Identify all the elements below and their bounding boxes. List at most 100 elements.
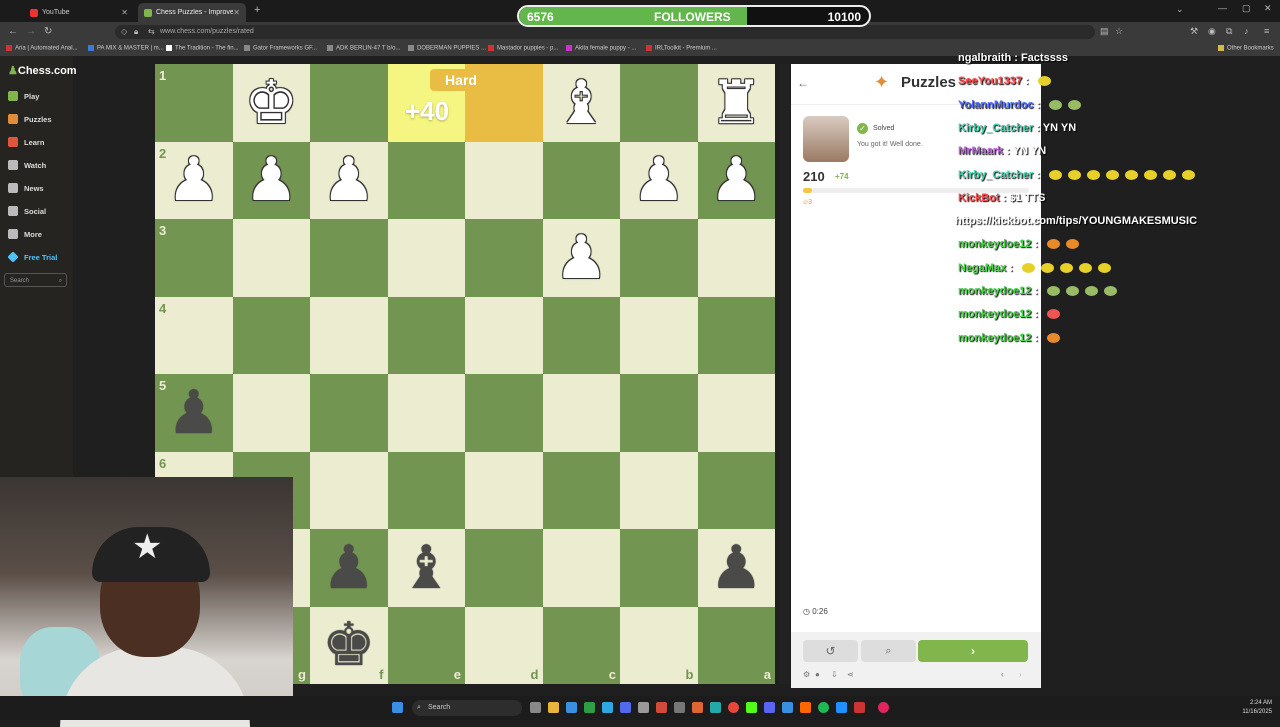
app-icon[interactable] bbox=[854, 702, 865, 713]
square-h1[interactable]: 1 bbox=[155, 64, 233, 142]
download-icon[interactable]: ⇩ bbox=[831, 670, 838, 679]
discord-icon[interactable] bbox=[764, 702, 775, 713]
new-tab-icon[interactable]: + bbox=[254, 4, 260, 16]
tab-chess-puzzles[interactable]: Chess Puzzles - Improve Yo ✕ bbox=[138, 3, 246, 22]
square-e4[interactable] bbox=[387, 296, 465, 374]
black-piece-h5[interactable]: ♟ bbox=[155, 374, 233, 452]
chat-username[interactable]: SeeYou1337 bbox=[958, 75, 1022, 87]
back-icon[interactable]: ← bbox=[8, 26, 18, 37]
sidebar-item-learn[interactable]: Learn bbox=[8, 137, 44, 147]
taskbar-clock[interactable]: 2:24 AM 11/16/2025 bbox=[1242, 699, 1272, 717]
square-f6[interactable] bbox=[310, 451, 388, 529]
chat-icon[interactable]: ● bbox=[815, 670, 820, 679]
back-arrow-icon[interactable]: ← bbox=[797, 76, 809, 90]
white-piece-b2[interactable]: ♟ bbox=[620, 142, 698, 220]
edge-icon[interactable] bbox=[602, 702, 613, 713]
menu-icon[interactable]: ≡ bbox=[1264, 26, 1269, 36]
sidebar-item-puzzles[interactable]: Puzzles bbox=[8, 114, 52, 124]
white-piece-a1[interactable]: ♜ bbox=[698, 64, 776, 142]
chat-username[interactable]: Kirby_Catcher bbox=[958, 122, 1033, 134]
bookmark-item[interactable]: Akita female puppy - ... bbox=[566, 45, 636, 52]
windows-start-icon[interactable] bbox=[392, 702, 403, 713]
forward-icon[interactable]: → bbox=[26, 26, 36, 37]
square-f3[interactable] bbox=[310, 219, 388, 297]
black-piece-f8[interactable]: ♚ bbox=[310, 607, 388, 685]
sidebar-search-input[interactable]: Search ⌕ bbox=[4, 273, 67, 287]
square-d8[interactable]: d bbox=[465, 606, 543, 684]
square-d3[interactable] bbox=[465, 219, 543, 297]
chat-username[interactable]: monkeydoe12 bbox=[958, 285, 1031, 297]
square-a7[interactable]: ♟ bbox=[697, 529, 776, 607]
square-b5[interactable] bbox=[620, 374, 698, 452]
white-piece-h2[interactable]: ♟ bbox=[155, 142, 233, 220]
app-icon[interactable] bbox=[656, 702, 667, 713]
close-tab-icon[interactable]: ✕ bbox=[233, 8, 240, 17]
xbox-icon[interactable] bbox=[584, 702, 595, 713]
chat-username[interactable]: YolannMurdoc bbox=[958, 99, 1034, 111]
shield-icon[interactable]: ◇ bbox=[121, 27, 127, 36]
white-piece-g2[interactable]: ♟ bbox=[233, 142, 311, 220]
bookmark-star-icon[interactable]: ☆ bbox=[1115, 26, 1123, 37]
app-icon[interactable] bbox=[836, 702, 847, 713]
file-explorer-icon[interactable] bbox=[548, 702, 559, 713]
square-f8[interactable]: f ♚ bbox=[310, 606, 388, 685]
square-d5[interactable] bbox=[465, 374, 543, 452]
url-field[interactable]: www.chess.com/puzzles/rated bbox=[115, 25, 1095, 39]
square-c5[interactable] bbox=[542, 374, 620, 452]
square-e5[interactable] bbox=[387, 374, 465, 452]
kick-icon[interactable] bbox=[746, 702, 757, 713]
app-icon[interactable] bbox=[674, 702, 685, 713]
square-b3[interactable] bbox=[620, 219, 698, 297]
square-g4[interactable] bbox=[232, 296, 310, 374]
square-e6[interactable] bbox=[387, 451, 465, 529]
square-e2[interactable] bbox=[387, 141, 465, 219]
bookmark-item[interactable]: Gator Frameworks GF... bbox=[244, 45, 317, 52]
square-a4[interactable] bbox=[697, 296, 775, 374]
close-window-icon[interactable]: ✕ bbox=[1264, 3, 1272, 14]
spotify-icon[interactable] bbox=[818, 702, 829, 713]
extension-icon[interactable]: ⚒ bbox=[1190, 26, 1198, 37]
lock-icon[interactable]: 🔒︎ bbox=[134, 27, 138, 37]
square-e7[interactable]: ♝ bbox=[387, 529, 465, 607]
app-icon[interactable] bbox=[782, 702, 793, 713]
square-c8[interactable]: c bbox=[542, 606, 620, 684]
square-f7[interactable]: ♟ bbox=[310, 529, 388, 607]
square-b4[interactable] bbox=[620, 296, 698, 374]
square-f1[interactable] bbox=[310, 64, 388, 142]
white-piece-c3[interactable]: ♟ bbox=[543, 219, 621, 297]
app-icon[interactable] bbox=[638, 702, 649, 713]
square-c7[interactable] bbox=[542, 529, 620, 607]
square-h5[interactable]: 5 ♟ bbox=[155, 374, 233, 452]
site-info-icon[interactable]: ⇆ bbox=[148, 27, 155, 36]
square-c1[interactable]: ♝ bbox=[542, 64, 620, 142]
square-e3[interactable] bbox=[387, 219, 465, 297]
sidebar-item-news[interactable]: News bbox=[8, 183, 44, 193]
bookmark-item[interactable]: ADK BERLIN-47 T b/o... bbox=[327, 45, 400, 52]
black-piece-a7[interactable]: ♟ bbox=[698, 529, 776, 607]
next-icon[interactable]: › bbox=[1019, 670, 1022, 679]
chat-username[interactable]: Kirby_Catcher bbox=[958, 169, 1033, 181]
taskbar-search[interactable]: ⌕ Search bbox=[412, 700, 522, 716]
board-scrollbar[interactable] bbox=[779, 64, 789, 684]
tab-youtube[interactable]: YouTube ✕ bbox=[24, 3, 134, 22]
square-g1[interactable]: ♚ bbox=[232, 64, 310, 142]
settings-icon[interactable]: ⚙ bbox=[803, 670, 810, 679]
square-d4[interactable] bbox=[465, 296, 543, 374]
task-view-icon[interactable] bbox=[530, 702, 541, 713]
chat-username[interactable]: ngalbraith bbox=[958, 52, 1011, 64]
chat-username[interactable]: monkeydoe12 bbox=[958, 332, 1031, 344]
chat-username[interactable]: NegaMax bbox=[958, 262, 1006, 274]
next-puzzle-button[interactable]: › bbox=[918, 640, 1028, 662]
square-a6[interactable] bbox=[697, 451, 775, 529]
square-h3[interactable]: 3 bbox=[155, 219, 233, 297]
app-icon[interactable] bbox=[620, 702, 631, 713]
square-a1[interactable]: ♜ bbox=[697, 64, 776, 142]
square-c3[interactable]: ♟ bbox=[542, 219, 621, 297]
square-a3[interactable] bbox=[697, 219, 775, 297]
square-d7[interactable] bbox=[465, 529, 543, 607]
bookmark-item[interactable]: Mastador puppies - p... bbox=[488, 45, 558, 52]
chat-username[interactable]: KickBot bbox=[958, 192, 1000, 204]
square-b6[interactable] bbox=[620, 451, 698, 529]
close-tab-icon[interactable]: ✕ bbox=[121, 8, 128, 17]
square-g3[interactable] bbox=[232, 219, 310, 297]
